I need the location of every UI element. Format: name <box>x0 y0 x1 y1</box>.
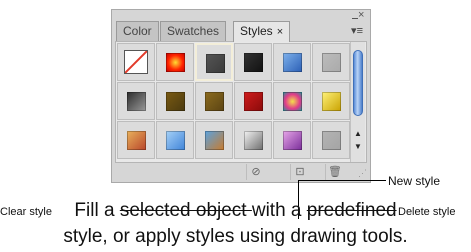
clear-style-icon: ⊘ <box>251 166 261 178</box>
style-swatch-gray-flat-style[interactable] <box>312 43 350 81</box>
new-style-callout-horizontal <box>298 180 386 181</box>
caption-fill-text: Fill a <box>74 200 120 221</box>
style-swatch-silver-chrome-style[interactable] <box>234 121 272 159</box>
caption-selected-object-text: selected object <box>119 200 252 221</box>
scroll-down-arrow-icon[interactable]: ▼ <box>354 143 362 151</box>
style-preview-black-bevel-style <box>244 53 263 72</box>
trash-icon: 🗑 <box>328 166 342 178</box>
style-swatch-purple-gloss-style[interactable] <box>273 121 311 159</box>
styles-grid <box>116 42 350 162</box>
style-preview-silver-chrome-style <box>244 131 263 150</box>
panel-window-controls: × <box>352 10 366 24</box>
vertical-scrollbar[interactable]: ▲ ▼ <box>350 42 365 162</box>
style-preview-multicolor-style <box>283 92 302 111</box>
style-swatch-gray-plain-style[interactable] <box>312 121 350 159</box>
tab-swatches[interactable]: Swatches <box>160 21 227 41</box>
style-preview-red-stripes-style <box>244 92 263 111</box>
new-style-button[interactable]: ⊡ <box>290 164 309 180</box>
tab-styles[interactable]: Styles × <box>233 21 291 42</box>
delete-style-button[interactable]: 🗑 <box>325 164 344 180</box>
tab-color[interactable]: Color <box>116 21 159 41</box>
panel-menu-icon[interactable]: ▾≡ <box>351 26 363 37</box>
new-style-label: New style <box>388 174 441 188</box>
caption-line-1: Fill a selected object with a predefined <box>0 200 471 222</box>
style-swatch-red-glow-style[interactable] <box>156 43 194 81</box>
tab-styles-label: Styles <box>240 24 273 38</box>
style-swatch-orange-sunset-style[interactable] <box>117 121 155 159</box>
style-preview-gray-plain-style <box>322 131 341 150</box>
style-preview-red-glow-style <box>166 53 185 72</box>
close-icon[interactable]: × <box>358 10 364 21</box>
style-swatch-black-bevel-style[interactable] <box>234 43 272 81</box>
no-style-icon <box>124 50 148 74</box>
scroll-up-arrow-icon[interactable]: ▲ <box>354 130 362 138</box>
style-preview-sky-landscape-style <box>205 131 224 150</box>
tab-close-icon[interactable]: × <box>277 26 283 38</box>
tab-swatches-label: Swatches <box>167 24 220 38</box>
style-swatch-sky-landscape-style[interactable] <box>195 121 233 159</box>
tab-color-label: Color <box>123 24 152 38</box>
style-preview-gold-frame-style <box>322 92 341 111</box>
style-swatch-dark-gray-selected-style[interactable] <box>195 43 233 81</box>
style-preview-orange-sunset-style <box>127 131 146 150</box>
style-swatch-gold-texture-style[interactable] <box>156 82 194 120</box>
style-swatch-bronze-texture-style[interactable] <box>195 82 233 120</box>
style-swatch-none-style[interactable] <box>117 43 155 81</box>
style-preview-blue-metal-style <box>283 53 302 72</box>
clear-style-button[interactable]: ⊘ <box>246 164 265 180</box>
style-preview-bronze-texture-style <box>205 92 224 111</box>
caption-line-2: style, or apply styles using drawing too… <box>63 226 408 247</box>
style-swatch-gold-frame-style[interactable] <box>312 82 350 120</box>
style-swatch-light-blue-style[interactable] <box>156 121 194 159</box>
style-preview-purple-gloss-style <box>283 131 302 150</box>
style-preview-gold-texture-style <box>166 92 185 111</box>
style-swatch-red-stripes-style[interactable] <box>234 82 272 120</box>
style-preview-gray-flat-style <box>322 53 341 72</box>
caption-with-a-text: with a <box>251 200 307 221</box>
resize-grip-icon[interactable]: ⋰ <box>358 169 367 178</box>
caption-predefined-text: predefined <box>306 200 397 221</box>
style-swatch-blue-metal-style[interactable] <box>273 43 311 81</box>
style-preview-steel-gradient-style <box>127 92 146 111</box>
styles-content: ▲ ▼ <box>115 41 367 163</box>
style-preview-dark-gray-selected-style <box>206 54 225 73</box>
styles-panel: × Color Swatches Styles × ▾≡ ▲ ▼ ⊘ ⊡ 🗑 ⋰ <box>111 9 371 183</box>
new-style-icon: ⊡ <box>295 166 305 178</box>
style-swatch-steel-gradient-style[interactable] <box>117 82 155 120</box>
scroll-thumb[interactable] <box>353 50 363 116</box>
style-swatch-multicolor-style[interactable] <box>273 82 311 120</box>
style-preview-light-blue-style <box>166 131 185 150</box>
